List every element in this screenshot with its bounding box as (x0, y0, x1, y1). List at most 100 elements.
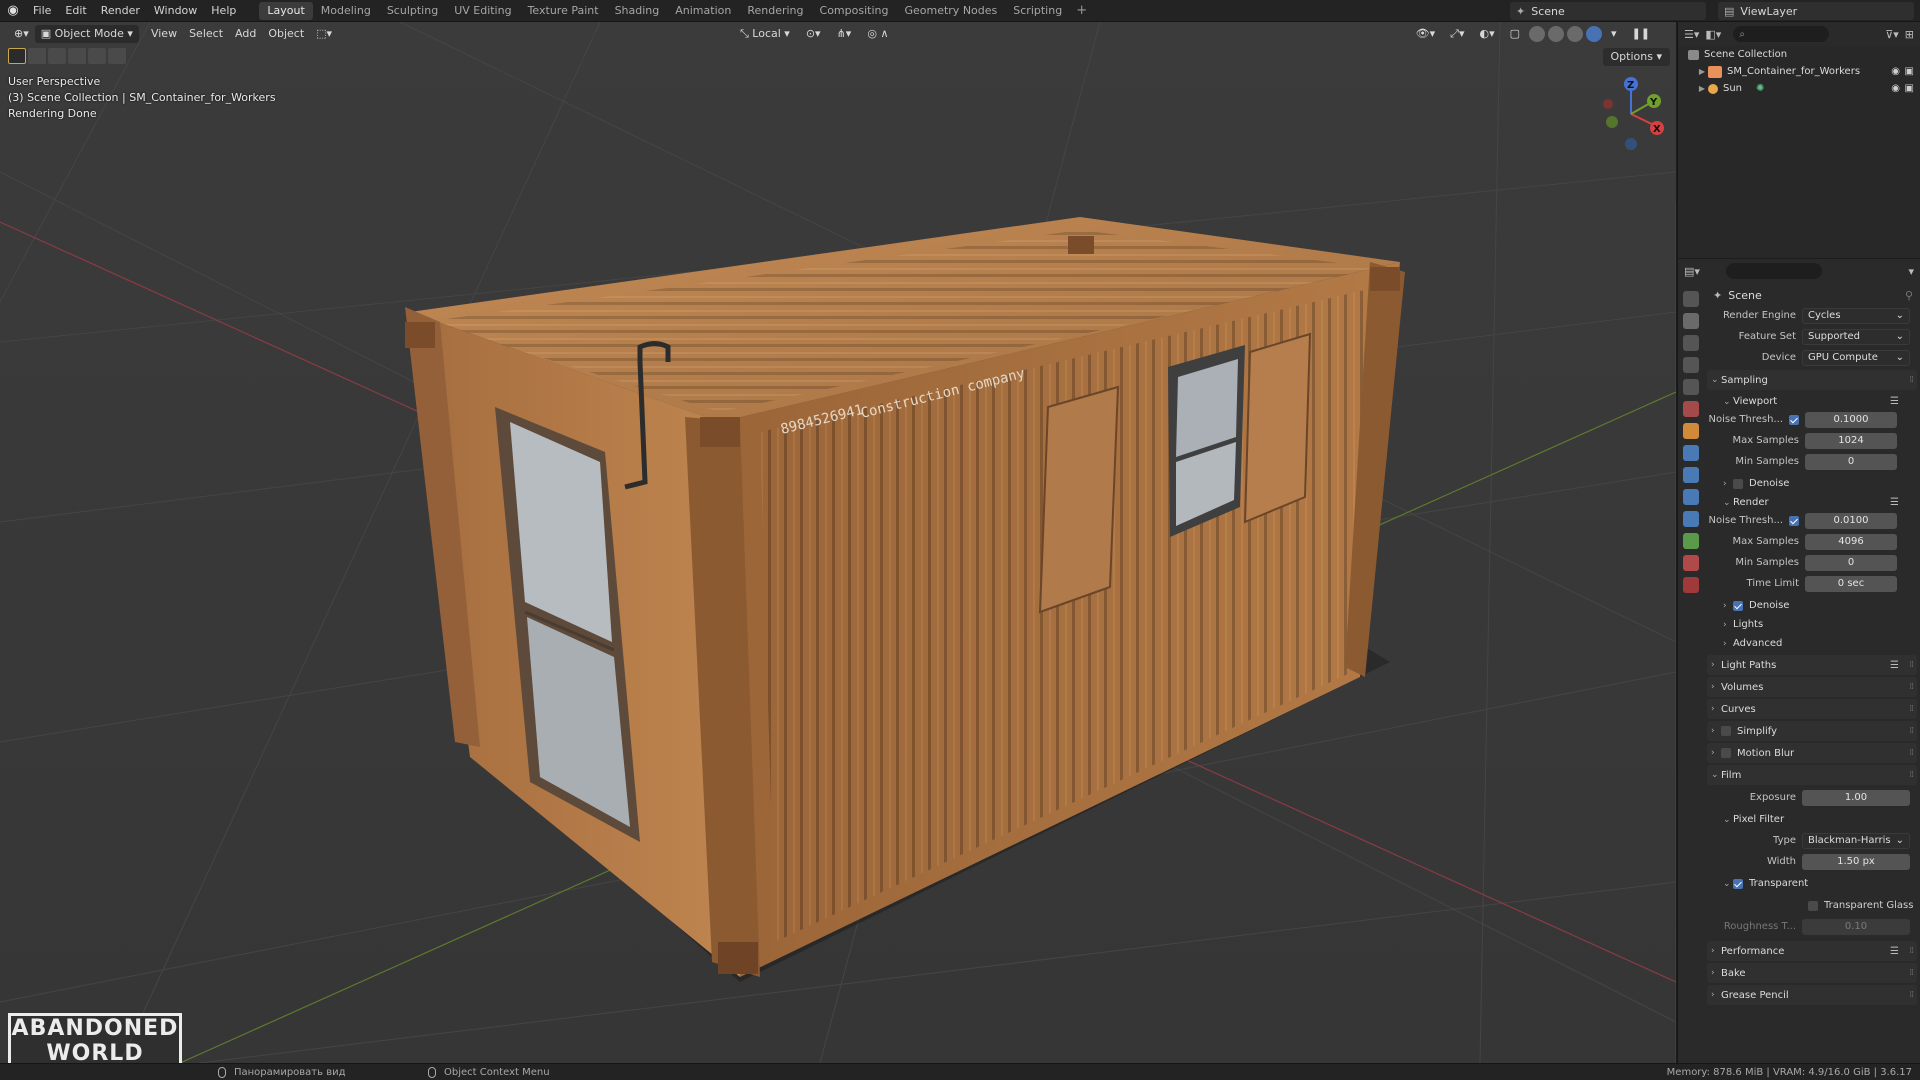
drag-handle-icon[interactable]: ⁞⁞ (1909, 770, 1914, 780)
drag-handle-icon[interactable]: ⁞⁞ (1909, 660, 1914, 670)
scene-tab-icon[interactable] (1683, 379, 1699, 395)
scene-selector[interactable]: ✦ Scene (1510, 2, 1706, 20)
feature-set-dropdown[interactable]: Supported ⌄ (1802, 328, 1910, 345)
lights-subpanel[interactable]: › Lights (1707, 615, 1917, 634)
pivot-icon[interactable]: ⊙▾ (800, 25, 827, 43)
rendered-shading-icon[interactable] (1586, 26, 1603, 42)
bake-panel-header[interactable]: › Bake ⁞⁞ (1707, 963, 1917, 983)
pause-render-icon[interactable]: ❚❚ (1626, 25, 1656, 43)
world-tab-icon[interactable] (1683, 401, 1699, 417)
new-collection-icon[interactable]: ⊞ (1905, 28, 1914, 41)
pixel-filter-subpanel[interactable]: ⌄ Pixel Filter (1707, 810, 1917, 829)
viewport-denoise-subpanel[interactable]: › Denoise (1707, 474, 1917, 493)
noise-threshold-checkbox[interactable] (1789, 515, 1799, 526)
performance-panel-header[interactable]: › Performance ☰ ⁞⁞ (1707, 941, 1917, 961)
snap-icon[interactable]: ⋔▾ (831, 25, 858, 43)
sun-data-icon[interactable]: ✺ (1756, 83, 1764, 94)
presets-list-icon[interactable]: ☰ (1890, 946, 1899, 957)
properties-editor-icon[interactable]: ▤▾ (1684, 265, 1700, 278)
menu-add[interactable]: Add (229, 25, 262, 43)
advanced-subpanel[interactable]: › Advanced (1707, 634, 1917, 653)
tab-uv-editing[interactable]: UV Editing (446, 2, 519, 20)
presets-list-icon[interactable]: ☰ (1890, 497, 1899, 508)
visibility-icon[interactable]: 👁▾ (1410, 25, 1442, 43)
drag-handle-icon[interactable]: ⁞⁞ (1909, 375, 1914, 385)
tab-texture-paint[interactable]: Texture Paint (520, 2, 607, 20)
max-samples-field[interactable]: 1024 (1805, 432, 1897, 449)
viewport-subpanel-header[interactable]: ⌄ Viewport ☰ (1707, 392, 1917, 411)
menu-edit[interactable]: Edit (58, 0, 93, 22)
drag-handle-icon[interactable]: ⁞⁞ (1909, 968, 1914, 978)
data-tab-icon[interactable] (1683, 533, 1699, 549)
filter-type-dropdown[interactable]: Blackman-Harris ⌄ (1802, 832, 1910, 849)
tab-sculpting[interactable]: Sculpting (379, 2, 446, 20)
transparent-glass-checkbox[interactable] (1808, 900, 1818, 911)
noise-threshold-checkbox[interactable] (1789, 414, 1799, 425)
drag-handle-icon[interactable]: ⁞⁞ (1909, 990, 1914, 1000)
tab-rendering[interactable]: Rendering (739, 2, 811, 20)
view-layer-selector[interactable]: ▤ ViewLayer (1718, 2, 1914, 20)
motion-blur-checkbox[interactable] (1721, 748, 1731, 758)
display-mode-icon[interactable]: ◧▾ (1705, 28, 1721, 41)
camera-render-icon[interactable]: ▣ (1905, 83, 1914, 94)
drag-handle-icon[interactable]: ⁞⁞ (1909, 682, 1914, 692)
shading-options-icon[interactable]: ▾ (1605, 25, 1623, 43)
sampling-panel-header[interactable]: ⌄ Sampling ⁞⁞ (1707, 370, 1917, 390)
motion-blur-panel-header[interactable]: › Motion Blur ⁞⁞ (1707, 743, 1917, 763)
material-shading-icon[interactable] (1567, 26, 1584, 42)
noise-threshold-field[interactable]: 0.1000 (1805, 411, 1897, 428)
presets-list-icon[interactable]: ☰ (1890, 660, 1899, 671)
eye-icon[interactable]: ◉ (1891, 66, 1900, 77)
tab-modeling[interactable]: Modeling (313, 2, 379, 20)
tool-tab-icon[interactable] (1683, 291, 1699, 307)
xray-icon[interactable]: ▢ (1504, 25, 1526, 43)
drag-handle-icon[interactable]: ⁞⁞ (1909, 726, 1914, 736)
view-layer-tab-icon[interactable] (1683, 357, 1699, 373)
menu-select[interactable]: Select (183, 25, 229, 43)
outliner-scene-collection[interactable]: Scene Collection (1678, 46, 1920, 63)
transparent-checkbox[interactable] (1733, 878, 1743, 889)
tab-compositing[interactable]: Compositing (812, 2, 897, 20)
render-tab-icon[interactable] (1683, 313, 1699, 329)
tab-geometry-nodes[interactable]: Geometry Nodes (896, 2, 1005, 20)
constraints-tab-icon[interactable] (1683, 511, 1699, 527)
gizmo-neg-x[interactable] (1603, 99, 1613, 109)
solid-shading-icon[interactable] (1548, 26, 1565, 42)
outliner-search-input[interactable]: ⌕ (1733, 26, 1830, 42)
outliner-editor-icon[interactable]: ☰▾ (1684, 28, 1699, 41)
drag-handle-icon[interactable]: ⁞⁞ (1909, 748, 1914, 758)
exposure-field[interactable]: 1.00 (1802, 789, 1910, 806)
options-dropdown[interactable]: Options ▾ (1602, 48, 1670, 66)
gizmo-neg-z[interactable] (1625, 138, 1637, 150)
select-subtract-icon[interactable] (68, 48, 86, 64)
navigation-gizmo[interactable]: Z X Y (1596, 74, 1666, 164)
tab-shading[interactable]: Shading (607, 2, 668, 20)
drag-handle-icon[interactable]: ⁞⁞ (1909, 946, 1914, 956)
gizmo-neg-y[interactable] (1606, 116, 1618, 128)
expand-arrow-icon[interactable]: ▶ (1696, 67, 1708, 76)
time-limit-field[interactable]: 0 sec (1805, 575, 1897, 592)
filter-icon[interactable]: ⊽▾ (1885, 28, 1899, 41)
device-dropdown[interactable]: GPU Compute ⌄ (1802, 349, 1910, 366)
wireframe-shading-icon[interactable] (1529, 26, 1546, 42)
min-samples-field[interactable]: 0 (1805, 554, 1897, 571)
render-engine-dropdown[interactable]: Cycles ⌄ (1802, 307, 1910, 324)
menu-window[interactable]: Window (147, 0, 204, 22)
outliner-item-sun[interactable]: ▶ Sun ✺ ◉ ▣ (1678, 80, 1920, 97)
select-new-icon[interactable] (28, 48, 46, 64)
mode-selector[interactable]: ▣ Object Mode ▾ (34, 25, 139, 43)
viewport-denoise-checkbox[interactable] (1733, 478, 1743, 489)
modifier-tab-icon[interactable] (1683, 445, 1699, 461)
presets-list-icon[interactable]: ☰ (1890, 396, 1899, 407)
simplify-checkbox[interactable] (1721, 726, 1731, 736)
select-invert-icon[interactable] (88, 48, 106, 64)
min-samples-field[interactable]: 0 (1805, 453, 1897, 470)
menu-view[interactable]: View (145, 25, 183, 43)
menu-render[interactable]: Render (94, 0, 147, 22)
film-panel-header[interactable]: ⌄ Film ⁞⁞ (1707, 765, 1917, 785)
light-paths-panel-header[interactable]: › Light Paths ☰ ⁞⁞ (1707, 655, 1917, 675)
drag-handle-icon[interactable]: ⁞⁞ (1909, 704, 1914, 714)
add-workspace-button[interactable]: + (1070, 3, 1093, 18)
noise-threshold-field[interactable]: 0.0100 (1805, 512, 1897, 529)
gizmo-icon[interactable]: ⤢▾ (1444, 25, 1470, 43)
